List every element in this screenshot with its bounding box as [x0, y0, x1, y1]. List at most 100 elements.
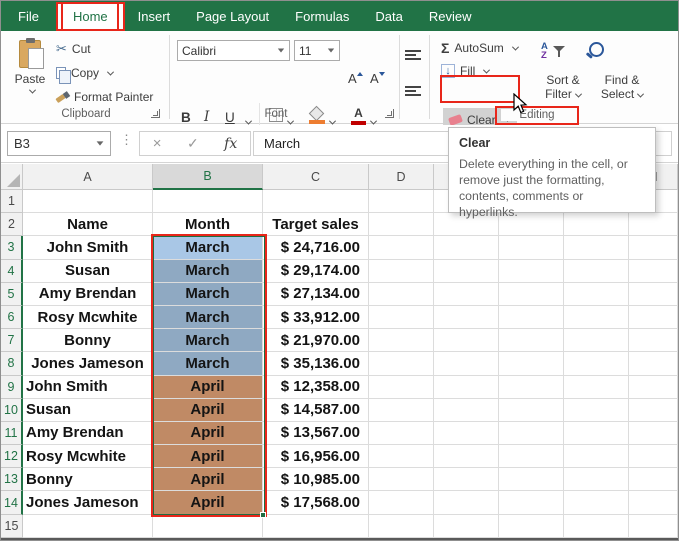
cell-B14[interactable]: April: [153, 491, 263, 514]
cell-B4[interactable]: March: [153, 260, 263, 283]
cell-E14[interactable]: [434, 491, 499, 514]
fill-handle[interactable]: [260, 512, 266, 518]
cell-B12[interactable]: April: [153, 445, 263, 468]
cell-H7[interactable]: [629, 329, 678, 352]
column-header-D[interactable]: D: [369, 164, 434, 190]
cell-A8[interactable]: Jones Jameson: [23, 352, 153, 375]
cell-C11[interactable]: $ 13,567.00: [263, 422, 369, 445]
cell-C6[interactable]: $ 33,912.00: [263, 306, 369, 329]
cell-F9[interactable]: [499, 376, 564, 399]
cell-G9[interactable]: [564, 376, 629, 399]
row-header-10[interactable]: 10: [1, 399, 23, 422]
cell-H13[interactable]: [629, 468, 678, 491]
cell-D3[interactable]: [369, 236, 434, 259]
row-header-8[interactable]: 8: [1, 352, 23, 375]
row-header-9[interactable]: 9: [1, 376, 23, 399]
row-header-11[interactable]: 11: [1, 422, 23, 445]
cell-C13[interactable]: $ 10,985.00: [263, 468, 369, 491]
cell-C5[interactable]: $ 27,134.00: [263, 283, 369, 306]
cell-H15[interactable]: [629, 515, 678, 538]
row-header-14[interactable]: 14: [1, 491, 23, 514]
row-header-3[interactable]: 3: [1, 236, 23, 259]
tab-review[interactable]: Review: [416, 1, 485, 31]
cell-E3[interactable]: [434, 236, 499, 259]
cell-A1[interactable]: [23, 190, 153, 213]
cell-G4[interactable]: [564, 260, 629, 283]
cell-D11[interactable]: [369, 422, 434, 445]
cell-C14[interactable]: $ 17,568.00: [263, 491, 369, 514]
cell-G14[interactable]: [564, 491, 629, 514]
select-all-corner[interactable]: [1, 164, 23, 190]
cell-D12[interactable]: [369, 445, 434, 468]
column-header-C[interactable]: C: [263, 164, 369, 190]
autosum-button[interactable]: Σ AutoSum: [441, 40, 518, 56]
format-painter-button[interactable]: Format Painter: [56, 88, 153, 106]
cell-B13[interactable]: April: [153, 468, 263, 491]
tab-page-layout[interactable]: Page Layout: [183, 1, 282, 31]
cell-A9[interactable]: John Smith: [23, 376, 153, 399]
font-name-combo[interactable]: Calibri: [177, 40, 290, 61]
cell-H5[interactable]: [629, 283, 678, 306]
cell-G5[interactable]: [564, 283, 629, 306]
cell-D2[interactable]: [369, 213, 434, 236]
copy-button[interactable]: Copy: [56, 64, 113, 82]
cell-F6[interactable]: [499, 306, 564, 329]
cell-H10[interactable]: [629, 399, 678, 422]
name-box[interactable]: B3: [7, 131, 111, 156]
fill-button[interactable]: ↓ Fill: [441, 64, 489, 78]
row-header-7[interactable]: 7: [1, 329, 23, 352]
cell-G13[interactable]: [564, 468, 629, 491]
cell-A12[interactable]: Rosy Mcwhite: [23, 445, 153, 468]
row-header-5[interactable]: 5: [1, 283, 23, 306]
cell-H12[interactable]: [629, 445, 678, 468]
cell-G10[interactable]: [564, 399, 629, 422]
cell-F5[interactable]: [499, 283, 564, 306]
tab-insert[interactable]: Insert: [125, 1, 184, 31]
cell-B9[interactable]: April: [153, 376, 263, 399]
insert-function-icon[interactable]: fx: [224, 136, 237, 152]
cell-C8[interactable]: $ 35,136.00: [263, 352, 369, 375]
cell-F4[interactable]: [499, 260, 564, 283]
cell-F8[interactable]: [499, 352, 564, 375]
clipboard-dialog-launcher-icon[interactable]: [151, 109, 160, 118]
align-left-icon[interactable]: [405, 86, 421, 96]
cell-B8[interactable]: March: [153, 352, 263, 375]
row-header-1[interactable]: 1: [1, 190, 23, 213]
cell-B3[interactable]: March: [153, 236, 263, 259]
cell-E9[interactable]: [434, 376, 499, 399]
cell-C12[interactable]: $ 16,956.00: [263, 445, 369, 468]
cell-A10[interactable]: Susan: [23, 399, 153, 422]
cell-D5[interactable]: [369, 283, 434, 306]
cell-F15[interactable]: [499, 515, 564, 538]
cell-E6[interactable]: [434, 306, 499, 329]
cell-E10[interactable]: [434, 399, 499, 422]
cell-D7[interactable]: [369, 329, 434, 352]
grow-font-button[interactable]: A: [348, 71, 363, 86]
bold-button[interactable]: B: [181, 103, 191, 125]
tab-file[interactable]: File: [1, 1, 56, 31]
cell-A7[interactable]: Bonny: [23, 329, 153, 352]
cell-A2[interactable]: Name: [23, 213, 153, 236]
cancel-icon[interactable]: ×: [153, 135, 162, 152]
cell-C15[interactable]: [263, 515, 369, 538]
cell-E12[interactable]: [434, 445, 499, 468]
cell-G3[interactable]: [564, 236, 629, 259]
cell-B15[interactable]: [153, 515, 263, 538]
row-header-15[interactable]: 15: [1, 515, 23, 538]
cell-A3[interactable]: John Smith: [23, 236, 153, 259]
cell-D8[interactable]: [369, 352, 434, 375]
font-size-combo[interactable]: 11: [294, 40, 340, 61]
cell-A5[interactable]: Amy Brendan: [23, 283, 153, 306]
cell-D6[interactable]: [369, 306, 434, 329]
cell-C3[interactable]: $ 24,716.00: [263, 236, 369, 259]
cell-A6[interactable]: Rosy Mcwhite: [23, 306, 153, 329]
cell-A13[interactable]: Bonny: [23, 468, 153, 491]
column-header-B[interactable]: B: [153, 164, 263, 190]
font-dialog-launcher-icon[interactable]: [385, 109, 394, 118]
cell-F12[interactable]: [499, 445, 564, 468]
cell-F13[interactable]: [499, 468, 564, 491]
cell-B5[interactable]: March: [153, 283, 263, 306]
cell-H6[interactable]: [629, 306, 678, 329]
cell-D10[interactable]: [369, 399, 434, 422]
cell-D14[interactable]: [369, 491, 434, 514]
